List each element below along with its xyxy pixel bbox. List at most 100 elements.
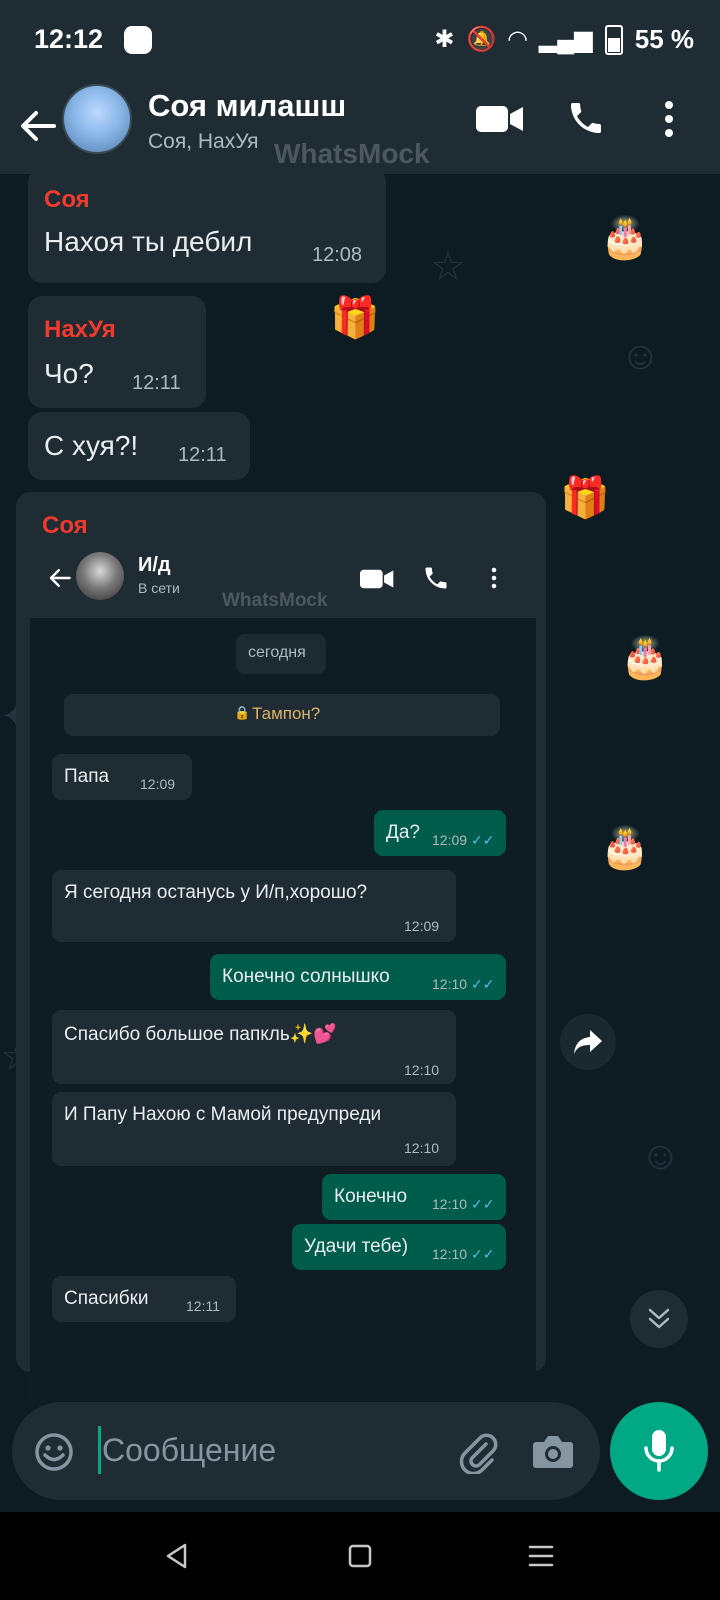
status-bar: 12:12 ✱ 🔕 ◠ ▂▄▆ 55 %: [0, 0, 720, 84]
video-call-icon[interactable]: [476, 104, 524, 134]
sender-name: НахУя: [44, 316, 116, 343]
doodle-icon: 🎁: [560, 476, 610, 520]
screenshot-message-time: 12:09: [140, 776, 176, 792]
screenshot-message: Конечно солнышко 12:10 ✓✓: [210, 954, 506, 1000]
chat-header: Соя милашш Соя, НахУя WhatsMock: [0, 84, 720, 174]
read-check-icon: ✓✓: [471, 1246, 495, 1262]
watermark: WhatsMock: [274, 138, 430, 169]
screenshot-message-text: Конечно: [334, 1186, 408, 1207]
signal-icon: ▂▄▆: [538, 26, 593, 53]
screenshot-message-text: И Папу Нахою с Мамой предупреди: [64, 1104, 382, 1125]
video-call-icon: [360, 569, 394, 589]
screenshot-message-text: Спасибки: [64, 1288, 149, 1309]
battery-level: 55 %: [634, 24, 694, 54]
bluetooth-icon: ✱: [434, 26, 455, 53]
message-bubble[interactable]: Соя Нахоя ты дебил 12:08: [28, 174, 386, 283]
screenshot-message-time: 12:10 ✓✓: [432, 976, 495, 993]
read-check-icon: ✓✓: [471, 832, 495, 848]
forward-button[interactable]: [560, 1014, 616, 1070]
message-input-bar: Сообщение: [12, 1402, 600, 1500]
pinned-text: Тампон?: [252, 704, 321, 723]
system-nav-bar: [0, 1512, 720, 1600]
screenshot-message: Удачи тебе) 12:10 ✓✓: [292, 1224, 506, 1270]
screenshot-message-text: Я сегодня останусь у И/п,хорошо?: [64, 882, 368, 903]
screenshot-message: Конечно 12:10 ✓✓: [322, 1174, 506, 1220]
doodle-icon: 🎂: [600, 216, 650, 260]
attach-icon[interactable]: [456, 1430, 500, 1474]
screenshot-message: Спасибо большое папкль✨💕 12:10: [52, 1010, 456, 1084]
back-arrow-icon: [49, 569, 71, 587]
scroll-to-bottom-button[interactable]: [630, 1290, 688, 1348]
wifi-icon: ◠: [508, 26, 527, 53]
contact-status: В сети: [138, 580, 180, 596]
screenshot-message-text: Удачи тебе): [304, 1236, 409, 1257]
screenshot-message: Да? 12:09 ✓✓: [374, 810, 506, 856]
group-avatar[interactable]: [62, 84, 132, 154]
message-input[interactable]: Сообщение: [102, 1432, 276, 1469]
forward-icon: [574, 1030, 602, 1054]
sender-name: Соя: [44, 186, 90, 213]
voice-call-icon: [425, 567, 447, 589]
chat-title[interactable]: Соя милашш: [148, 88, 346, 124]
date-chip-label: сегодня: [248, 644, 306, 661]
screenshot-message-time: 12:10 ✓✓: [432, 1196, 495, 1213]
battery-icon: [604, 24, 623, 55]
doodle-icon: ☺: [640, 1134, 681, 1178]
screenshot-message-time: 12:10: [404, 1140, 440, 1156]
doodle-icon: 🎂: [620, 636, 670, 680]
nav-home-icon[interactable]: [348, 1544, 372, 1568]
message-time: 12:11: [178, 444, 227, 466]
chat-participants[interactable]: Соя, НахУя: [148, 130, 259, 154]
text-caret: [98, 1426, 101, 1474]
watermark: WhatsMock: [222, 590, 328, 611]
message-bubble[interactable]: С хуя?! 12:11: [28, 412, 250, 480]
time-value: 12:09: [432, 832, 468, 848]
app-notification-icon: [124, 26, 152, 54]
message-bubble[interactable]: НахУя Чо? 12:11: [28, 296, 206, 408]
camera-icon[interactable]: [532, 1432, 574, 1470]
screenshot-message-text: Спасибо большое папкль✨💕: [64, 1024, 338, 1045]
more-options-icon: [491, 567, 497, 589]
microphone-icon: [644, 1430, 674, 1472]
message-text: С хуя?!: [44, 430, 139, 461]
nav-recents-icon[interactable]: [528, 1544, 554, 1568]
message-time: 12:11: [132, 372, 181, 394]
contact-avatar: [76, 552, 124, 600]
voice-record-button[interactable]: [610, 1402, 708, 1500]
screenshot-message-time: 12:09 ✓✓: [432, 832, 495, 849]
screenshot-header: И/д В сети WhatsMock: [30, 538, 536, 618]
back-arrow-icon[interactable]: [18, 106, 58, 146]
screenshot-message-time: 12:10 ✓✓: [432, 1246, 495, 1263]
status-icons: ✱ 🔕 ◠ ▂▄▆ 55 %: [434, 24, 694, 55]
screenshot-message: И Папу Нахою с Мамой предупреди 12:10: [52, 1092, 456, 1166]
screenshot-message-text: Да?: [386, 822, 421, 843]
double-chevron-down-icon: [648, 1308, 670, 1329]
screenshot-message-text: Папа: [64, 766, 110, 787]
doodle-icon: ☆: [430, 245, 466, 289]
shared-screenshot[interactable]: И/д В сети WhatsMock сегодня 🔒 Тампон? П…: [30, 538, 536, 1406]
screenshot-message: Спасибки 12:11: [52, 1276, 236, 1322]
chat-area[interactable]: ☆ 🎂 ☺ 🎁 🎁 🎂 🎂 ☺ ✦ ☆ Соя Нахоя ты дебил 1…: [0, 174, 720, 1512]
screenshot-message: Я сегодня останусь у И/п,хорошо? 12:09: [52, 870, 456, 942]
screenshot-message-text: Конечно солнышко: [222, 966, 390, 987]
time-value: 12:10: [432, 1246, 468, 1262]
time-value: 12:10: [432, 976, 468, 992]
screenshot-message-time: 12:09: [404, 918, 440, 934]
doodle-icon: 🎂: [600, 826, 650, 870]
time-value: 12:10: [432, 1196, 468, 1212]
read-check-icon: ✓✓: [471, 976, 495, 992]
more-options-icon[interactable]: [662, 100, 676, 138]
nav-back-icon[interactable]: [164, 1542, 188, 1570]
screenshot-message-time: 12:11: [186, 1298, 220, 1314]
emoji-icon[interactable]: [34, 1432, 74, 1472]
doodle-icon: ☺: [620, 334, 661, 378]
lock-icon: 🔒: [234, 705, 251, 720]
sender-name: Соя: [42, 512, 88, 539]
screenshot-message: Папа 12:09: [52, 754, 192, 800]
doodle-icon: 🎁: [330, 296, 380, 340]
voice-call-icon[interactable]: [566, 98, 606, 138]
status-time: 12:12: [34, 24, 104, 54]
mute-icon: 🔕: [466, 26, 497, 53]
contact-name: И/д: [138, 554, 171, 576]
message-text: Чо?: [44, 358, 94, 389]
